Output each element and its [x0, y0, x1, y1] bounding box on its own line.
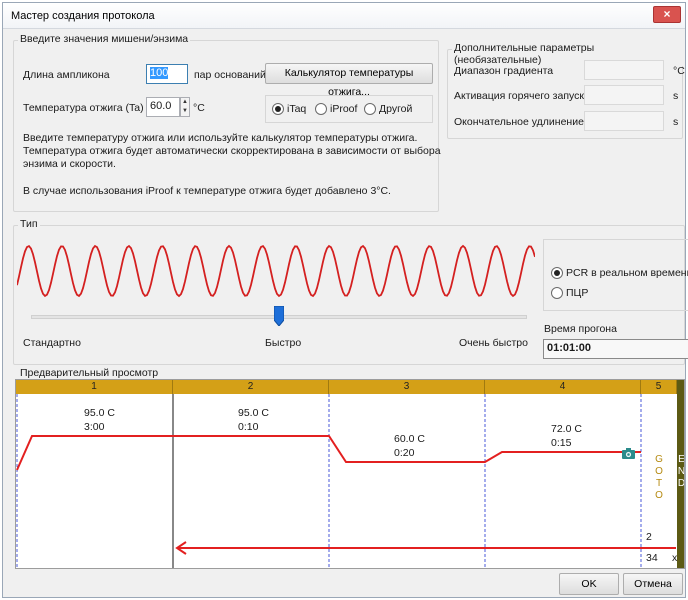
- anneal-unit: °C: [193, 102, 205, 114]
- runtime-display: 01:01:00: [543, 339, 688, 359]
- goto-letter-o2: O: [655, 490, 663, 501]
- speed-label-standard: Стандартно: [23, 337, 81, 349]
- ok-button[interactable]: OK: [559, 573, 619, 595]
- mode-realtime-label: PCR в реальном времени: [566, 267, 688, 279]
- gradient-range-unit: °C: [673, 65, 685, 77]
- window-title: Мастер создания протокола: [11, 10, 155, 22]
- goto-letter-g: G: [655, 454, 663, 465]
- help-text-line-1: Введите температуру отжига или используй…: [23, 132, 418, 144]
- preview-group-title: Предварительный просмотр: [18, 367, 161, 379]
- step-3-time: 0:20: [394, 447, 415, 459]
- step-1-time: 3:00: [84, 421, 105, 433]
- help-text-iproof-note: В случае использования iProof к температ…: [23, 185, 391, 197]
- amplicon-length-value: 100: [150, 67, 169, 79]
- enzyme-iproof-label: iProof: [330, 103, 358, 115]
- temperature-profile: [16, 394, 676, 568]
- anneal-label: Температура отжига (Ta): [23, 102, 144, 114]
- end-letter-e: E: [678, 454, 685, 465]
- amplicon-label: Длина ампликона: [23, 69, 110, 81]
- end-label: E N D: [677, 380, 685, 490]
- final-extension-label: Окончательное удлинение: [454, 116, 584, 128]
- protocol-wizard-window: Мастер создания протокола × Введите знач…: [2, 2, 688, 598]
- hot-start-label: Активация горячего запуска: [454, 90, 591, 102]
- end-step[interactable]: E N D: [677, 380, 685, 568]
- enzyme-other-label: Другой: [379, 103, 413, 115]
- step-4-temp: 72.0 C: [551, 423, 582, 435]
- speed-waveform: [17, 244, 535, 298]
- mode-radio-pcr[interactable]: [551, 287, 563, 299]
- help-text-line-3: энзима и скорости.: [23, 158, 116, 170]
- goto-repeat-count: 34: [646, 552, 658, 564]
- close-button[interactable]: ×: [653, 6, 681, 23]
- enzyme-itaq-label: iTaq: [287, 103, 307, 115]
- spin-up-icon[interactable]: ▲: [181, 98, 189, 107]
- final-extension-input[interactable]: [584, 111, 664, 131]
- protocol-preview[interactable]: 1 2 3 4 5 95.0 C 3:00 95.0 C 0:10 60.0 C…: [15, 379, 685, 569]
- step-2-time: 0:10: [238, 421, 259, 433]
- goto-letter-o1: O: [655, 466, 663, 477]
- speed-slider-thumb[interactable]: [273, 305, 285, 327]
- gradient-range-input[interactable]: [584, 60, 664, 80]
- step-1-temp: 95.0 C: [84, 407, 115, 419]
- type-group-title: Тип: [18, 218, 40, 230]
- spin-down-icon[interactable]: ▼: [181, 107, 189, 116]
- enzyme-radio-iproof[interactable]: [315, 103, 327, 115]
- end-letter-n: N: [677, 466, 685, 477]
- speed-label-very-fast: Очень быстро: [459, 337, 528, 349]
- anneal-temp-input[interactable]: 60.0: [146, 97, 180, 117]
- hot-start-input[interactable]: [584, 85, 664, 105]
- mode-pcr-label: ПЦР: [566, 287, 589, 299]
- runtime-label: Время прогона: [544, 323, 617, 335]
- amplicon-unit: пар оснований: [194, 69, 266, 81]
- title-bar: Мастер создания протокола ×: [3, 3, 685, 29]
- goto-target: 2: [646, 531, 652, 543]
- mode-radio-realtime[interactable]: [551, 267, 563, 279]
- step-3-temp: 60.0 C: [394, 433, 425, 445]
- end-letter-d: D: [677, 478, 685, 489]
- speed-label-fast: Быстро: [265, 337, 302, 349]
- goto-label: G O T O: [653, 454, 665, 502]
- anneal-temp-spinner[interactable]: ▲ ▼: [180, 97, 190, 117]
- gradient-range-label: Диапазон градиента: [454, 65, 554, 77]
- enzyme-radio-itaq[interactable]: [272, 103, 284, 115]
- anneal-calculator-button[interactable]: Калькулятор температуры отжига...: [265, 63, 433, 98]
- step-2-temp: 95.0 C: [238, 407, 269, 419]
- hot-start-unit: s: [673, 90, 679, 102]
- step-4-time: 0:15: [551, 437, 572, 449]
- enzyme-radio-other[interactable]: [364, 103, 376, 115]
- amplicon-length-input[interactable]: 100: [146, 64, 188, 84]
- target-group-title: Введите значения мишени/энзима: [18, 33, 191, 45]
- goto-letter-t: T: [655, 478, 663, 489]
- help-text-line-2: Температура отжига будет автоматически с…: [23, 145, 441, 157]
- final-extension-unit: s: [673, 116, 679, 128]
- camera-icon[interactable]: [622, 448, 635, 459]
- cancel-button[interactable]: Отмена: [623, 573, 683, 595]
